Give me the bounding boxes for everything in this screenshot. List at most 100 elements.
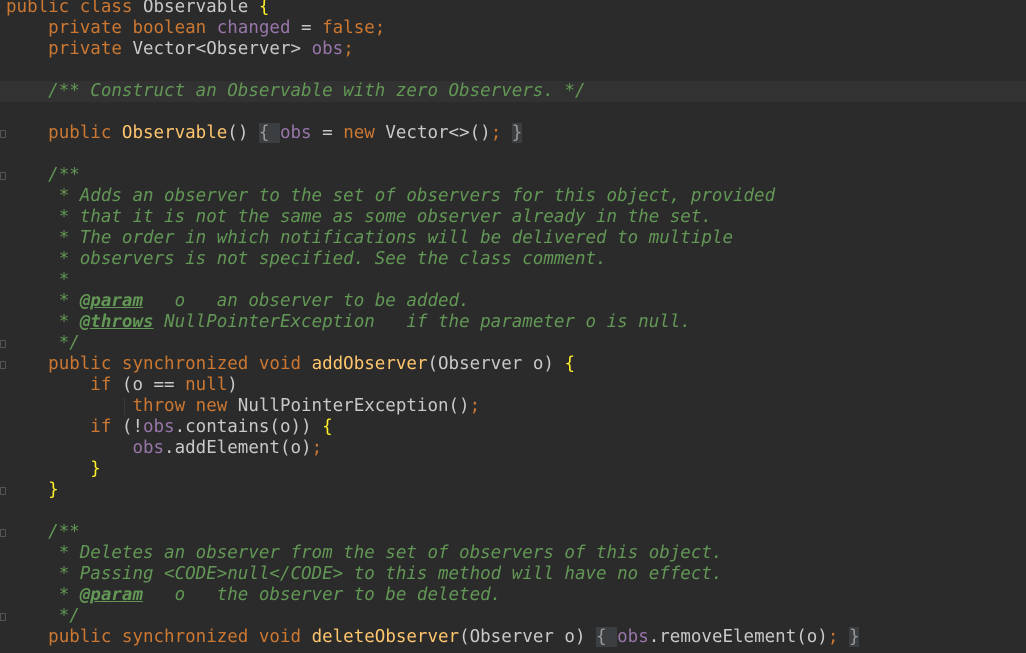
code-token: = xyxy=(311,123,344,143)
code-line[interactable]: * Adds an observer to the set of observe… xyxy=(6,186,775,207)
code-token: @param xyxy=(79,585,143,605)
code-token: * xyxy=(58,312,80,332)
code-token: * xyxy=(58,585,80,605)
code-line[interactable]: throw new NullPointerException(); xyxy=(6,396,480,417)
code-token: public synchronized void xyxy=(48,627,312,647)
code-token: Vector<>() xyxy=(385,123,491,143)
code-token: { xyxy=(258,0,270,17)
code-token: } xyxy=(511,123,523,143)
code-line[interactable]: if (o == null) xyxy=(6,375,238,396)
code-line[interactable]: * observers is not specified. See the cl… xyxy=(6,249,607,270)
code-token: public synchronized void xyxy=(48,354,312,374)
code-token: ; xyxy=(827,627,849,647)
code-token: * Deletes an observer from the set of ob… xyxy=(58,543,723,563)
code-line[interactable]: * The order in which notifications will … xyxy=(6,228,733,249)
code-token: deleteObserver xyxy=(311,627,460,647)
code-token: { xyxy=(596,627,618,647)
code-token: .removeElement(o) xyxy=(648,627,828,647)
code-line[interactable]: private Vector<Observer> obs; xyxy=(6,39,354,60)
code-line[interactable]: */ xyxy=(6,333,80,354)
code-line[interactable]: obs.addElement(o); xyxy=(6,438,322,459)
code-editor[interactable]: public class Observable { private boolea… xyxy=(0,0,1026,653)
code-line[interactable]: } xyxy=(6,459,101,480)
code-token: ; xyxy=(311,438,323,458)
code-token: public class xyxy=(6,0,143,17)
code-token: @throws xyxy=(79,312,154,332)
code-line[interactable]: * Deletes an observer from the set of ob… xyxy=(6,543,723,564)
code-token: */ xyxy=(58,606,80,626)
code-line[interactable]: public Observable() { obs = new Vector<>… xyxy=(6,123,523,144)
code-line[interactable]: public synchronized void deleteObserver(… xyxy=(6,627,860,648)
code-token: } xyxy=(48,480,59,500)
code-token: Observable xyxy=(121,123,228,143)
code-token: obs xyxy=(311,39,344,59)
code-line[interactable]: * Passing <CODE>null</CODE> to this meth… xyxy=(6,564,723,585)
code-token: ) xyxy=(227,375,238,395)
code-token: if xyxy=(90,417,122,437)
code-token: addObserver xyxy=(311,354,428,374)
code-line[interactable]: */ xyxy=(6,606,80,627)
code-token: ; xyxy=(490,123,512,143)
code-line[interactable]: public synchronized void addObserver(Obs… xyxy=(6,354,575,375)
code-token: * The order in which notifications will … xyxy=(58,228,733,248)
code-token: null xyxy=(185,375,228,395)
code-token: * that it is not the same as some observ… xyxy=(58,207,712,227)
code-line[interactable]: if (!obs.contains(o)) { xyxy=(6,417,333,438)
code-token: (! xyxy=(121,417,143,437)
code-token: /** xyxy=(48,165,80,185)
code-token: * Adds an observer to the set of observe… xyxy=(58,186,776,206)
code-line[interactable]: * @param o an observer to be added. xyxy=(6,291,470,312)
code-token: o an observer to be added. xyxy=(142,291,470,311)
code-token: { xyxy=(564,354,575,374)
code-line[interactable]: /** xyxy=(6,165,80,186)
code-token: new xyxy=(343,123,386,143)
code-token: (Observer o) xyxy=(427,354,565,374)
code-token: * observers is not specified. See the cl… xyxy=(58,249,607,269)
code-token: } xyxy=(90,459,101,479)
code-token: NullPointerException if the parameter o … xyxy=(153,312,691,332)
code-line[interactable]: } xyxy=(6,480,59,501)
indent-guide xyxy=(124,398,125,415)
code-token: obs xyxy=(132,438,165,458)
code-line[interactable]: /** Construct an Observable with zero Ob… xyxy=(0,81,1026,102)
code-token: .contains(o)) xyxy=(174,417,323,437)
code-line[interactable]: * @throws NullPointerException if the pa… xyxy=(6,312,691,333)
code-token: { xyxy=(258,123,280,143)
code-line[interactable]: public class Observable { xyxy=(6,0,269,18)
code-token: .addElement(o) xyxy=(164,438,312,458)
code-line[interactable]: /** xyxy=(6,522,80,543)
code-token: * xyxy=(58,291,80,311)
code-token: obs xyxy=(279,123,312,143)
code-line[interactable]: private boolean changed = false; xyxy=(6,18,385,39)
code-line[interactable]: * @param o the observer to be deleted. xyxy=(6,585,502,606)
code-token: obs xyxy=(142,417,175,437)
code-line[interactable]: * xyxy=(6,270,70,291)
code-token: false xyxy=(322,18,375,38)
code-line[interactable]: * that it is not the same as some observ… xyxy=(6,207,712,228)
code-token: ; xyxy=(469,396,481,416)
code-token: { xyxy=(322,417,333,437)
code-token: * xyxy=(58,270,70,290)
code-token: * Passing <CODE>null</CODE> to this meth… xyxy=(58,564,723,584)
